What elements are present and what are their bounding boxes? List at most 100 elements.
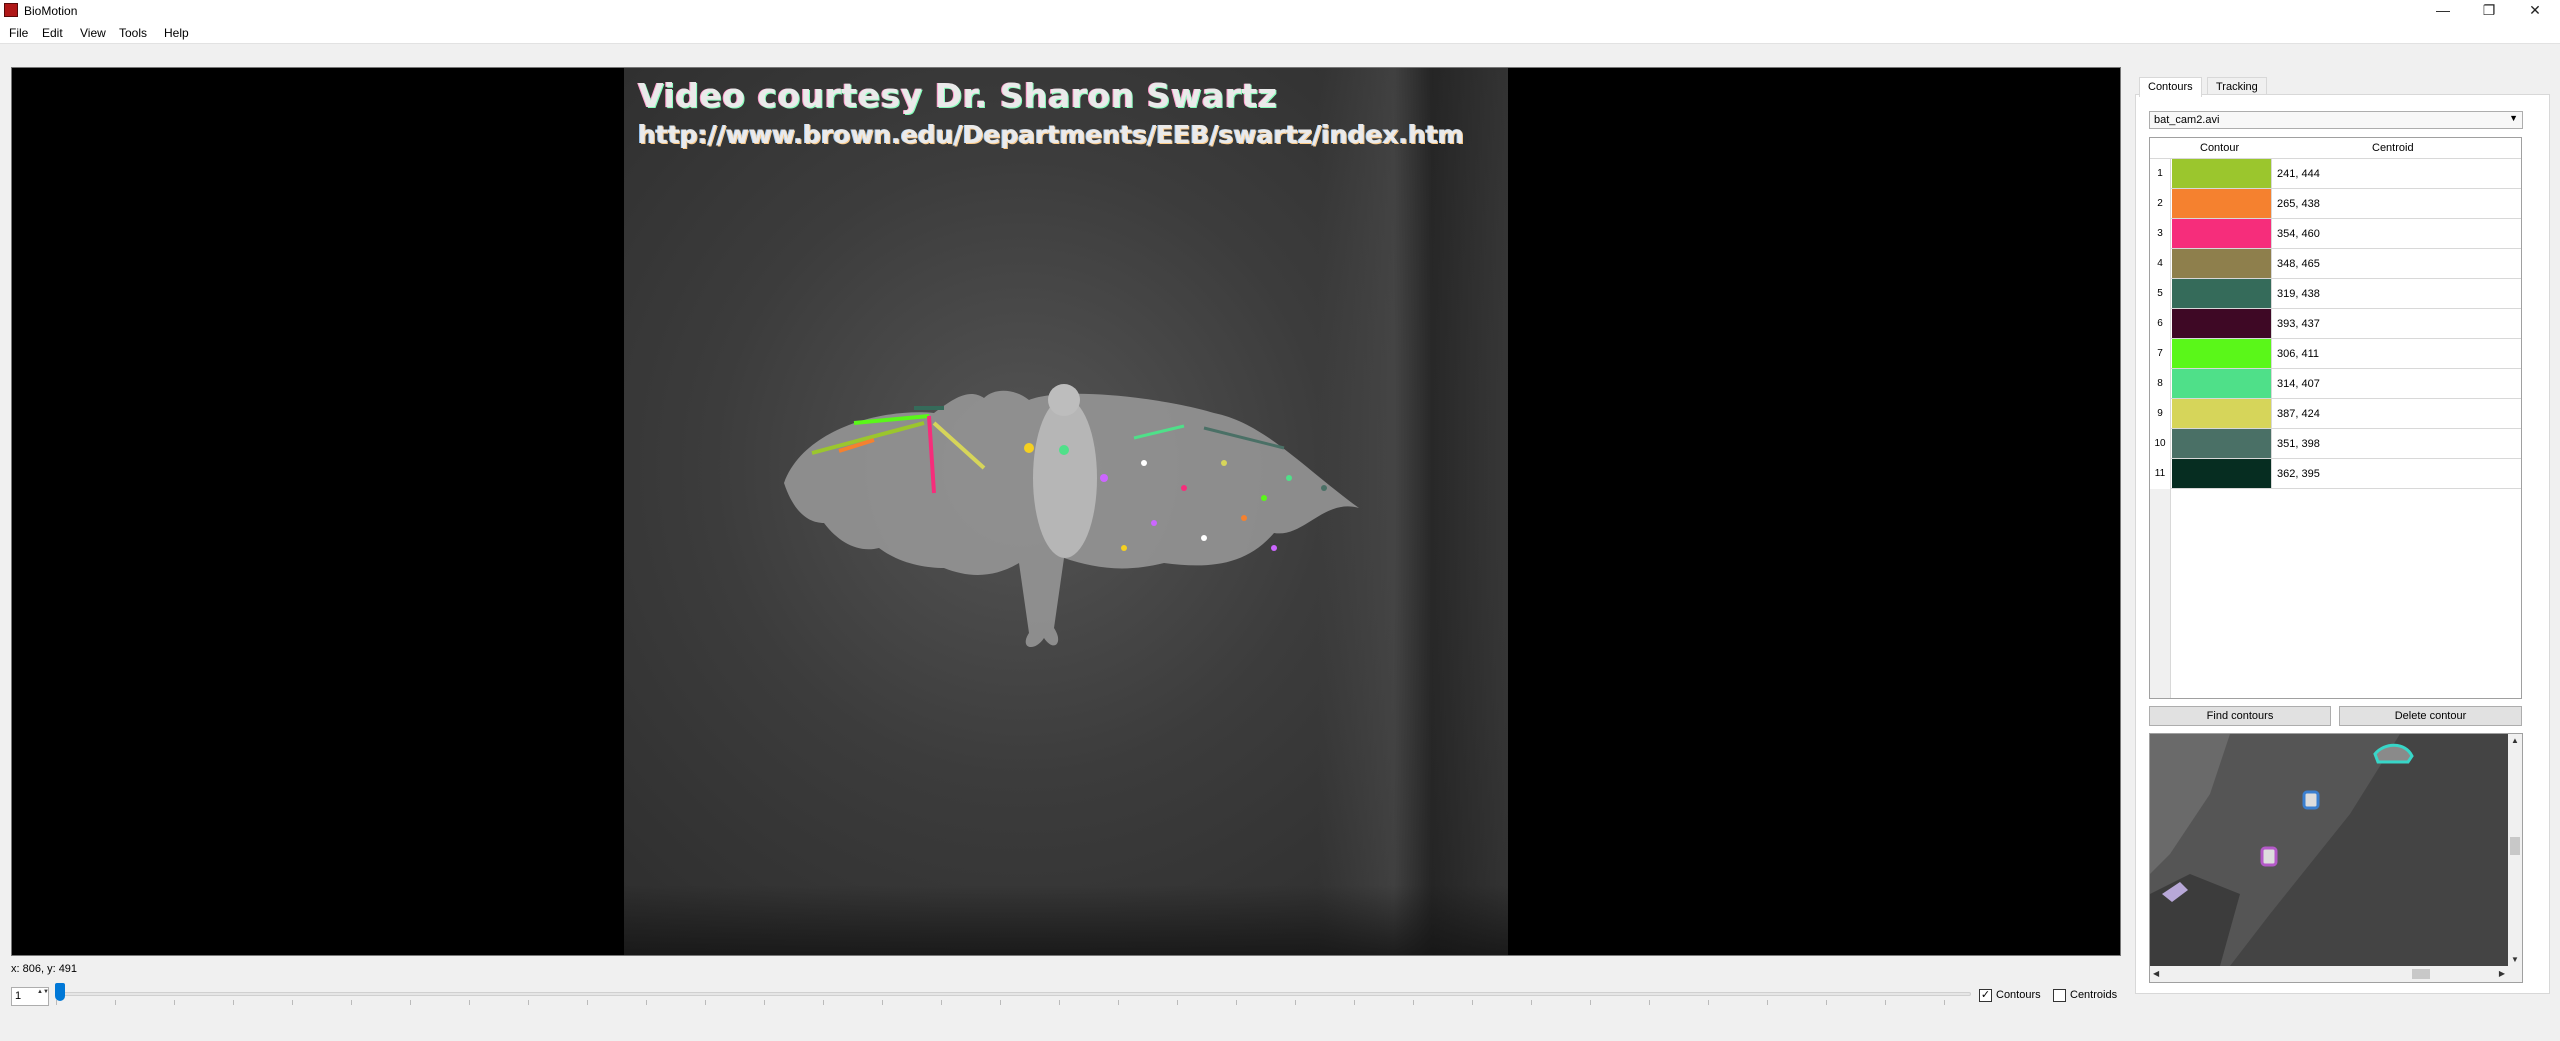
maximize-button[interactable]: ❐ [2466, 0, 2512, 22]
centroids-checkbox-label[interactable]: Centroids [2070, 989, 2117, 1001]
scroll-left-icon[interactable]: ◀ [2153, 969, 2159, 978]
timeline-tick [941, 1000, 942, 1005]
video-credit-title: Video courtesy Dr. Sharon Swartz [638, 76, 1278, 115]
scroll-right-icon[interactable]: ▶ [2499, 969, 2505, 978]
timeline-tick [115, 1000, 116, 1005]
row-number: 6 [2150, 309, 2171, 339]
contour-color-swatch[interactable] [2172, 309, 2272, 338]
centroid-value: 314, 407 [2277, 378, 2320, 390]
timeline-tick [1177, 1000, 1178, 1005]
menu-help[interactable]: Help [164, 26, 189, 40]
video-credit-url: http://www.brown.edu/Departments/EEB/swa… [638, 120, 1464, 149]
timeline-tick [469, 1000, 470, 1005]
frame-number: 1 [15, 990, 22, 1002]
scroll-up-icon[interactable]: ▲ [2511, 736, 2519, 745]
title-bar: BioMotion — ❐ ✕ [0, 0, 2560, 22]
row-number: 5 [2150, 279, 2171, 309]
timeline-tick [587, 1000, 588, 1005]
horizontal-scrollbar[interactable]: ◀ ▶ [2150, 966, 2508, 982]
zoom-image [2150, 734, 2508, 966]
centroid-value: 241, 444 [2277, 168, 2320, 180]
menu-tools[interactable]: Tools [119, 26, 147, 40]
centroid-value: 393, 437 [2277, 318, 2320, 330]
timeline-tick [1059, 1000, 1060, 1005]
table-row[interactable]: 4 348, 465 [2150, 249, 2521, 279]
column-header-centroid[interactable]: Centroid [2372, 142, 2414, 154]
contour-color-swatch[interactable] [2172, 219, 2272, 248]
video-frame: Video courtesy Dr. Sharon Swartz http://… [624, 68, 1508, 955]
row-number: 4 [2150, 249, 2171, 279]
timeline-ticks [56, 1000, 1971, 1006]
timeline-tick [1236, 1000, 1237, 1005]
timeline-handle[interactable] [55, 983, 65, 1001]
contours-checkbox-label[interactable]: Contours [1996, 989, 2041, 1001]
timeline-tick [56, 1000, 57, 1005]
centroid-value: 306, 411 [2277, 348, 2320, 360]
timeline-tick [1000, 1000, 1001, 1005]
table-row[interactable]: 1 241, 444 [2150, 159, 2521, 189]
contour-color-swatch[interactable] [2172, 339, 2272, 368]
frame-spinbox[interactable]: 1 ▲▼ [11, 987, 49, 1006]
spin-arrows-icon[interactable]: ▲▼ [37, 989, 49, 1004]
timeline-tick [705, 1000, 706, 1005]
timeline-tick [1649, 1000, 1650, 1005]
contour-color-swatch[interactable] [2172, 429, 2272, 458]
timeline-tick [764, 1000, 765, 1005]
table-row[interactable]: 6 393, 437 [2150, 309, 2521, 339]
delete-contour-button[interactable]: Delete contour [2339, 706, 2522, 726]
table-row[interactable]: 5 319, 438 [2150, 279, 2521, 309]
timeline-tick [1590, 1000, 1591, 1005]
vertical-scroll-thumb[interactable] [2510, 837, 2520, 855]
vertical-scrollbar[interactable]: ▲ ▼ [2508, 734, 2522, 966]
bat-image [784, 384, 1359, 648]
timeline-tick [882, 1000, 883, 1005]
timeline-tick [1708, 1000, 1709, 1005]
contour-color-swatch[interactable] [2172, 369, 2272, 398]
table-header: Contour Centroid [2150, 138, 2521, 159]
centroid-value: 319, 438 [2277, 288, 2320, 300]
centroids-checkbox[interactable] [2053, 989, 2066, 1002]
table-row[interactable]: 11 362, 395 [2150, 459, 2521, 489]
contour-color-swatch[interactable] [2172, 159, 2272, 188]
timeline-tick [528, 1000, 529, 1005]
menu-edit[interactable]: Edit [42, 26, 63, 40]
contour-color-swatch[interactable] [2172, 279, 2272, 308]
column-header-contour[interactable]: Contour [2200, 142, 2239, 154]
centroid-value: 348, 465 [2277, 258, 2320, 270]
timeline-tick [1944, 1000, 1945, 1005]
video-file-value: bat_cam2.avi [2154, 114, 2220, 126]
find-contours-button[interactable]: Find contours [2149, 706, 2331, 726]
tab-contours[interactable]: Contours [2139, 77, 2202, 97]
timeline-slider[interactable] [56, 992, 1971, 996]
row-number: 8 [2150, 369, 2171, 399]
minimize-button[interactable]: — [2420, 0, 2466, 22]
timeline-tick [351, 1000, 352, 1005]
timeline-tick [1354, 1000, 1355, 1005]
zoom-preview[interactable]: ▲ ▼ ◀ ▶ [2149, 733, 2523, 983]
contour-color-swatch[interactable] [2172, 459, 2272, 488]
contour-color-swatch[interactable] [2172, 249, 2272, 278]
table-row[interactable]: 2 265, 438 [2150, 189, 2521, 219]
menu-file[interactable]: File [9, 26, 28, 40]
centroid-value: 354, 460 [2277, 228, 2320, 240]
row-number: 9 [2150, 399, 2171, 429]
scroll-down-icon[interactable]: ▼ [2511, 955, 2519, 964]
row-number: 1 [2150, 159, 2171, 189]
contours-checkbox[interactable]: ✓ [1979, 989, 1992, 1002]
table-row[interactable]: 7 306, 411 [2150, 339, 2521, 369]
table-row[interactable]: 8 314, 407 [2150, 369, 2521, 399]
video-file-select[interactable]: bat_cam2.avi ▼ [2149, 111, 2523, 129]
contour-color-swatch[interactable] [2172, 189, 2272, 218]
table-row[interactable]: 9 387, 424 [2150, 399, 2521, 429]
contour-color-swatch[interactable] [2172, 399, 2272, 428]
horizontal-scroll-thumb[interactable] [2412, 969, 2430, 979]
timeline-tick [1885, 1000, 1886, 1005]
menu-view[interactable]: View [80, 26, 106, 40]
video-viewport[interactable]: Video courtesy Dr. Sharon Swartz http://… [11, 67, 2121, 956]
table-row[interactable]: 10 351, 398 [2150, 429, 2521, 459]
row-number: 11 [2150, 459, 2171, 489]
close-button[interactable]: ✕ [2512, 0, 2558, 22]
timeline-tick [1295, 1000, 1296, 1005]
table-row[interactable]: 3 354, 460 [2150, 219, 2521, 249]
centroid-value: 362, 395 [2277, 468, 2320, 480]
